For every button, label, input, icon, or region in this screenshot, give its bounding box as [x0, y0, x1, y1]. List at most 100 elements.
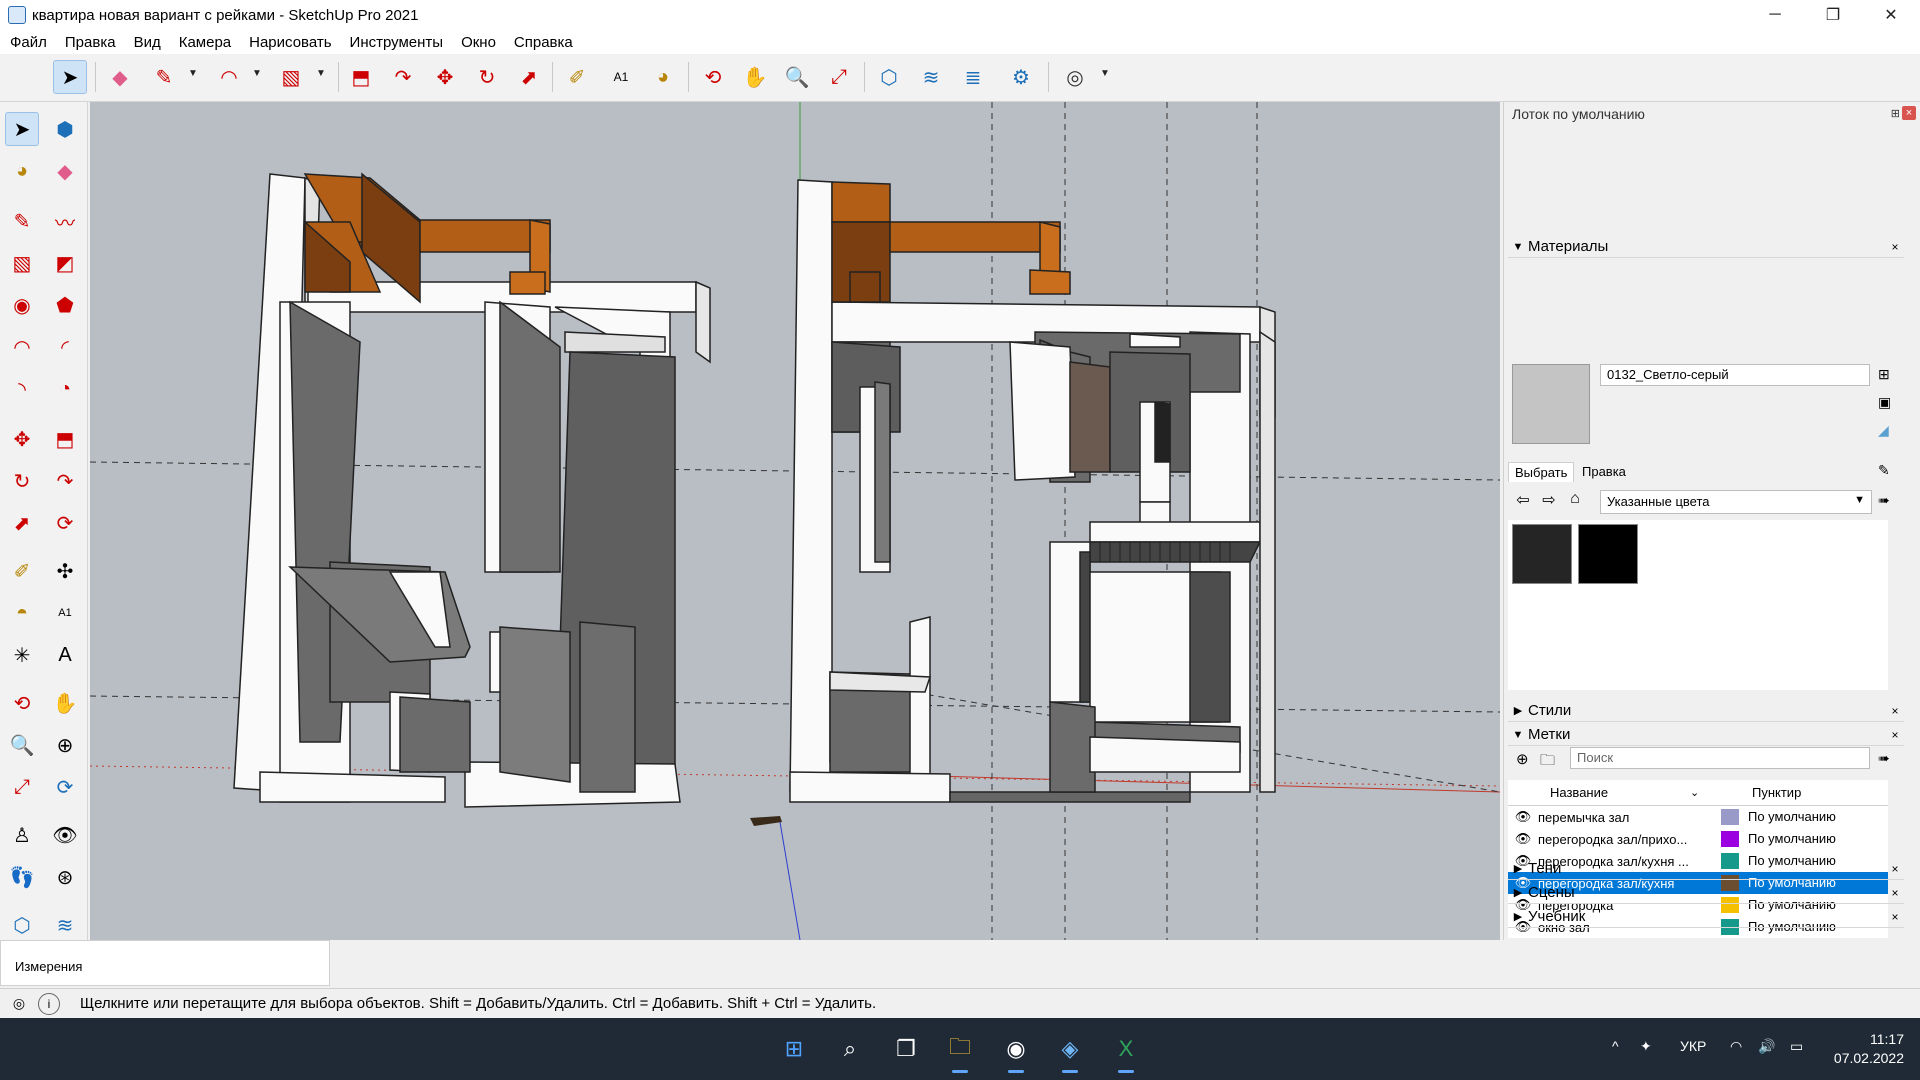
- arc-dropdown-icon[interactable]: ▼: [252, 68, 262, 79]
- material-name-field[interactable]: 0132_Светло-серый: [1600, 364, 1870, 386]
- walk-tool-icon[interactable]: 👣: [5, 860, 39, 894]
- freehand-tool-icon[interactable]: 〰: [48, 204, 82, 238]
- zoom-extents-tool-icon[interactable]: ⤢: [822, 60, 856, 94]
- create-material-icon[interactable]: ⊞: [1878, 366, 1890, 383]
- tag-dash[interactable]: По умолчанию: [1748, 809, 1836, 824]
- zoom-window-tool-icon[interactable]: ⊕: [48, 728, 82, 762]
- column-dash-header[interactable]: Пунктир: [1752, 785, 1801, 800]
- tag-color-swatch[interactable]: [1721, 809, 1739, 825]
- color-swatch[interactable]: [1578, 524, 1638, 584]
- search-icon[interactable]: ⌕: [832, 1031, 868, 1067]
- follow-me-tool-icon[interactable]: ↷: [386, 60, 420, 94]
- material-box-icon[interactable]: ▣: [1878, 394, 1891, 411]
- rectangle-tool-icon[interactable]: ▧: [274, 60, 308, 94]
- collection-select[interactable]: Указанные цвета ▼: [1600, 490, 1872, 514]
- axes-tool-icon[interactable]: ✳: [5, 638, 39, 672]
- panel-close-icon[interactable]: ×: [1888, 886, 1902, 900]
- circle-tool-icon[interactable]: ◉: [5, 288, 39, 322]
- pan-tool-icon[interactable]: ✋: [48, 686, 82, 720]
- menu-file[interactable]: Файл: [10, 34, 47, 51]
- add-tag-folder-icon[interactable]: 🗀: [1540, 750, 1555, 775]
- push-pull-tool-icon[interactable]: ⬒: [48, 422, 82, 456]
- extension-warehouse-icon[interactable]: ≋: [48, 908, 82, 942]
- sketchup-taskbar-icon[interactable]: ◈: [1052, 1031, 1088, 1073]
- dropbox-icon[interactable]: ✦: [1640, 1038, 1652, 1055]
- component-tool-icon[interactable]: ⬢: [48, 112, 82, 146]
- account-dropdown-icon[interactable]: ▼: [1100, 68, 1110, 79]
- rotated-rectangle-tool-icon[interactable]: ◩: [48, 246, 82, 280]
- maximize-button[interactable]: ❐: [1804, 0, 1862, 30]
- tags-search-input[interactable]: Поиск: [1570, 747, 1870, 769]
- scenes-panel-header[interactable]: ▶ Сцены ×: [1508, 882, 1904, 904]
- tags-panel-header[interactable]: ▼ Метки ×: [1508, 724, 1904, 746]
- eraser-tool-icon[interactable]: ◆: [103, 60, 137, 94]
- menu-edit[interactable]: Правка: [65, 34, 116, 51]
- offset-tool-icon[interactable]: ⟳: [48, 506, 82, 540]
- scale-tool-icon[interactable]: ⬈: [5, 506, 39, 540]
- 3pt-arc-tool-icon[interactable]: ◝: [5, 372, 39, 406]
- paint-bucket-tool-icon[interactable]: ◕: [646, 60, 680, 94]
- menu-window[interactable]: Окно: [461, 34, 496, 51]
- 3d-warehouse-icon[interactable]: ⬡: [872, 60, 906, 94]
- minimize-button[interactable]: ─: [1746, 0, 1804, 30]
- text-tool-icon[interactable]: A1: [48, 596, 82, 630]
- layout-send-icon[interactable]: ≣: [956, 60, 990, 94]
- zoom-tool-icon[interactable]: 🔍: [780, 60, 814, 94]
- menu-tools[interactable]: Инструменты: [350, 34, 444, 51]
- look-around-tool-icon[interactable]: 👁: [48, 818, 82, 852]
- panel-close-icon[interactable]: ×: [1888, 240, 1902, 254]
- tab-edit[interactable]: Правка: [1576, 462, 1632, 481]
- close-button[interactable]: ✕: [1862, 0, 1920, 30]
- eyedropper-icon[interactable]: ✎: [1878, 462, 1890, 479]
- eye-icon[interactable]: 👁: [1508, 809, 1538, 825]
- volume-icon[interactable]: 🔊: [1758, 1038, 1775, 1055]
- 3d-text-tool-icon[interactable]: A: [48, 638, 82, 672]
- sample-paint-icon[interactable]: ◢: [1878, 422, 1889, 439]
- tag-dash[interactable]: По умолчанию: [1748, 831, 1836, 846]
- text-tool-icon[interactable]: A1: [604, 60, 638, 94]
- details-arrow-icon[interactable]: ➠: [1878, 750, 1890, 767]
- account-icon[interactable]: ◎: [1058, 60, 1092, 94]
- battery-icon[interactable]: ▭: [1790, 1038, 1803, 1055]
- tag-row[interactable]: 👁 перегородка зал/прихо... По умолчанию: [1508, 828, 1888, 850]
- details-arrow-icon[interactable]: ➠: [1878, 492, 1890, 509]
- materials-panel-header[interactable]: ▼ Материалы ×: [1508, 236, 1904, 258]
- 3d-warehouse-icon[interactable]: ⬡: [5, 908, 39, 942]
- info-icon[interactable]: i: [38, 992, 60, 1015]
- tape-measure-tool-icon[interactable]: ✐: [560, 60, 594, 94]
- follow-me-tool-icon[interactable]: ↷: [48, 464, 82, 498]
- panel-close-icon[interactable]: ×: [1888, 728, 1902, 742]
- color-swatch[interactable]: [1512, 524, 1572, 584]
- chevron-up-icon[interactable]: ^: [1612, 1038, 1619, 1054]
- panel-close-icon[interactable]: ×: [1888, 910, 1902, 924]
- forward-arrow-icon[interactable]: ⇨: [1538, 490, 1560, 512]
- orbit-tool-icon[interactable]: ⟲: [696, 60, 730, 94]
- select-tool-icon[interactable]: ➤: [53, 60, 87, 94]
- styles-panel-header[interactable]: ▶ Стили ×: [1508, 700, 1904, 722]
- extension-manager-icon[interactable]: ⚙: [1004, 60, 1038, 94]
- rotate-tool-icon[interactable]: ↻: [5, 464, 39, 498]
- wifi-icon[interactable]: ◠: [1730, 1038, 1742, 1055]
- tray-close-button[interactable]: ×: [1902, 106, 1916, 120]
- rectangle-dropdown-icon[interactable]: ▼: [316, 68, 326, 79]
- tape-measure-tool-icon[interactable]: ✐: [5, 554, 39, 588]
- orbit-tool-icon[interactable]: ⟲: [5, 686, 39, 720]
- shadows-panel-header[interactable]: ▶ Тени ×: [1508, 858, 1904, 880]
- line-tool-icon[interactable]: ✎: [147, 60, 181, 94]
- arc-tool-icon[interactable]: ◠: [212, 60, 246, 94]
- excel-icon[interactable]: X: [1108, 1031, 1144, 1073]
- back-arrow-icon[interactable]: ⇦: [1512, 490, 1534, 512]
- scale-tool-icon[interactable]: ⬈: [512, 60, 546, 94]
- menu-draw[interactable]: Нарисовать: [249, 34, 331, 51]
- instructor-panel-header[interactable]: ▶ Учебник ×: [1508, 906, 1904, 928]
- push-pull-tool-icon[interactable]: ⬒: [344, 60, 378, 94]
- dimension-tool-icon[interactable]: ✣: [48, 554, 82, 588]
- current-material-swatch[interactable]: [1512, 364, 1590, 444]
- chevron-down-icon[interactable]: ⌄: [1690, 786, 1699, 799]
- extension-warehouse-icon[interactable]: ≋: [914, 60, 948, 94]
- rotate-tool-icon[interactable]: ↻: [470, 60, 504, 94]
- polygon-tool-icon[interactable]: ⬟: [48, 288, 82, 322]
- measurements-box[interactable]: Измерения: [0, 940, 330, 986]
- menu-camera[interactable]: Камера: [179, 34, 231, 51]
- home-icon[interactable]: ⌂: [1564, 490, 1586, 512]
